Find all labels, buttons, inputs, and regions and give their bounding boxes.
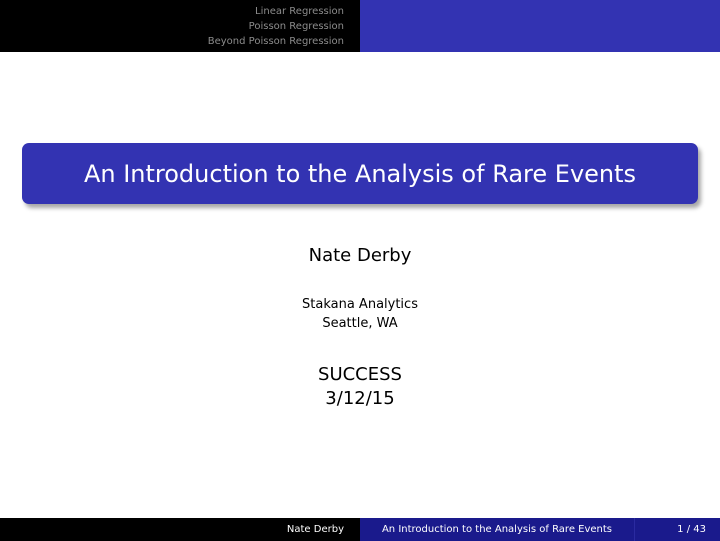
footer-page-number: 1 / 43 — [634, 518, 720, 541]
footer-author: Nate Derby — [0, 518, 360, 541]
header-bar-right — [360, 0, 720, 52]
event-name: SUCCESS — [318, 364, 402, 385]
institute-location: Seattle, WA — [322, 316, 398, 331]
nav-item-beyond-poisson-regression[interactable]: Beyond Poisson Regression — [208, 34, 344, 49]
footer-title: An Introduction to the Analysis of Rare … — [360, 518, 634, 541]
slide-title: An Introduction to the Analysis of Rare … — [83, 159, 637, 188]
title-box: An Introduction to the Analysis of Rare … — [22, 143, 698, 204]
section-navigation: Linear Regression Poisson Regression Bey… — [0, 0, 360, 52]
event-info: SUCCESS 3/12/15 — [0, 363, 720, 411]
nav-item-poisson-regression[interactable]: Poisson Regression — [249, 19, 344, 34]
slide-header: Linear Regression Poisson Regression Bey… — [0, 0, 720, 52]
nav-item-linear-regression[interactable]: Linear Regression — [255, 4, 344, 19]
slide-footer: Nate Derby An Introduction to the Analys… — [0, 518, 720, 541]
institute-name: Stakana Analytics — [302, 297, 418, 312]
event-date: 3/12/15 — [325, 388, 395, 409]
author-name: Nate Derby — [308, 245, 412, 266]
